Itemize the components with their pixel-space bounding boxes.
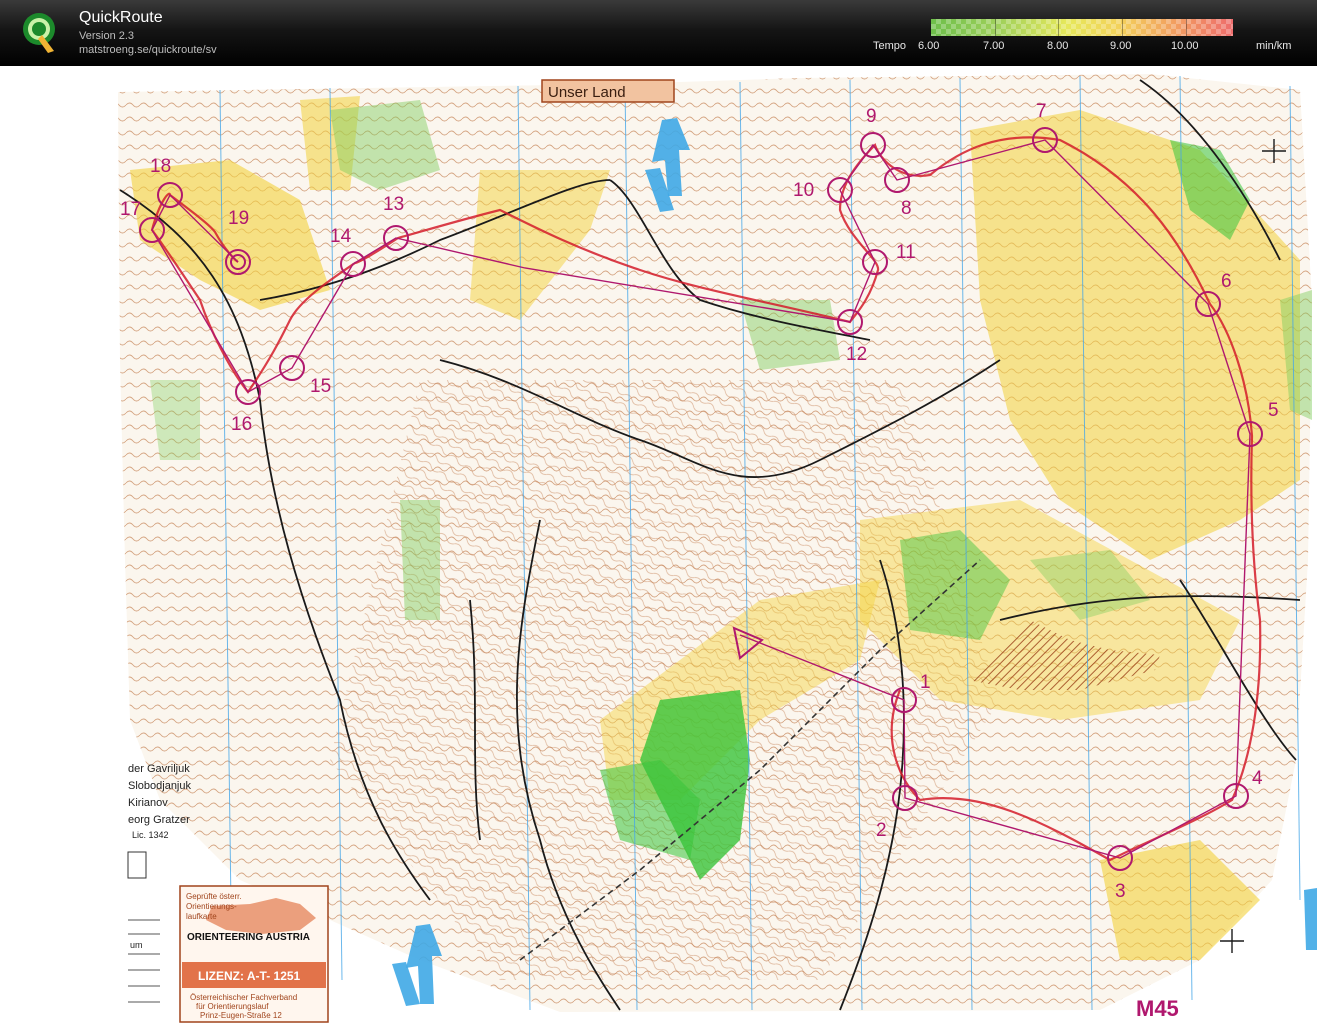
control-number-19: 19: [228, 208, 249, 229]
stamp-footer-3: Prinz-Eugen-Straße 12: [200, 1011, 282, 1020]
credit-line: Kirianov: [128, 797, 168, 809]
legend-tick: [1058, 19, 1059, 36]
stamp-title: ORIENTEERING AUSTRIA: [187, 932, 310, 943]
app-version: Version 2.3: [79, 30, 135, 42]
orienteering-map[interactable]: 1 2 3 4 5 6 7 8 9 10 11 12 13 14 15 16 1…: [0, 66, 1317, 1024]
credit-line: eorg Gratzer: [128, 814, 190, 826]
control-number-4: 4: [1252, 768, 1263, 789]
credit-license: Lic. 1342: [132, 830, 169, 840]
credit-line: der Gavriljuk: [128, 763, 190, 775]
class-label: M45: [1136, 996, 1179, 1021]
map-canvas[interactable]: 1 2 3 4 5 6 7 8 9 10 11 12 13 14 15 16 1…: [0, 66, 1317, 1024]
map-header-label: Unser Land: [548, 84, 626, 101]
legend-unit: min/km: [1256, 40, 1292, 52]
control-number-12: 12: [846, 344, 867, 365]
control-number-5: 5: [1268, 400, 1279, 421]
control-number-6: 6: [1221, 271, 1232, 292]
stamp-line-3: laufkarte: [186, 912, 217, 921]
control-number-8: 8: [901, 198, 912, 219]
control-number-9: 9: [866, 106, 877, 127]
control-number-1: 1: [920, 672, 931, 693]
quickroute-logo-icon: [23, 13, 55, 53]
control-number-2: 2: [876, 820, 887, 841]
tempo-legend-bar: [931, 19, 1233, 36]
legend-value: 8.00: [1047, 40, 1069, 52]
control-number-10: 10: [793, 180, 814, 201]
legend-tick: [1122, 19, 1123, 36]
legend-tick: [995, 19, 996, 36]
control-number-16: 16: [231, 414, 252, 435]
control-number-15: 15: [310, 376, 331, 397]
legend-value: 9.00: [1110, 40, 1132, 52]
legend-value: 7.00: [983, 40, 1005, 52]
stamp-line-2: Orientierungs-: [186, 902, 237, 911]
credit-line: Slobodjanjuk: [128, 780, 191, 792]
control-number-13: 13: [383, 194, 404, 215]
stamp-license: LIZENZ: A-T- 1251: [198, 969, 301, 983]
stamp-footer-2: für Orientierungslauf: [196, 1002, 269, 1011]
legend-value: 6.00: [918, 40, 940, 52]
control-number-17: 17: [120, 199, 141, 220]
north-arrow-icon: [1304, 888, 1317, 950]
app-url[interactable]: matstroeng.se/quickroute/sv: [79, 44, 217, 56]
control-number-7: 7: [1036, 101, 1047, 122]
control-number-3: 3: [1115, 881, 1126, 902]
legend-value: 10.00: [1171, 40, 1199, 52]
app-title: QuickRoute: [79, 9, 163, 26]
control-number-14: 14: [330, 226, 352, 247]
stamp-footer-1: Österreichischer Fachverband: [190, 993, 297, 1002]
scale-label: um: [130, 940, 143, 950]
stamp-line-1: Geprüfte österr.: [186, 892, 242, 901]
app-header: QuickRoute Version 2.3 matstroeng.se/qui…: [0, 0, 1317, 66]
control-number-11: 11: [896, 242, 916, 263]
legend-title: Tempo: [873, 40, 907, 52]
control-number-18: 18: [150, 156, 171, 177]
legend-tick: [1186, 19, 1187, 36]
